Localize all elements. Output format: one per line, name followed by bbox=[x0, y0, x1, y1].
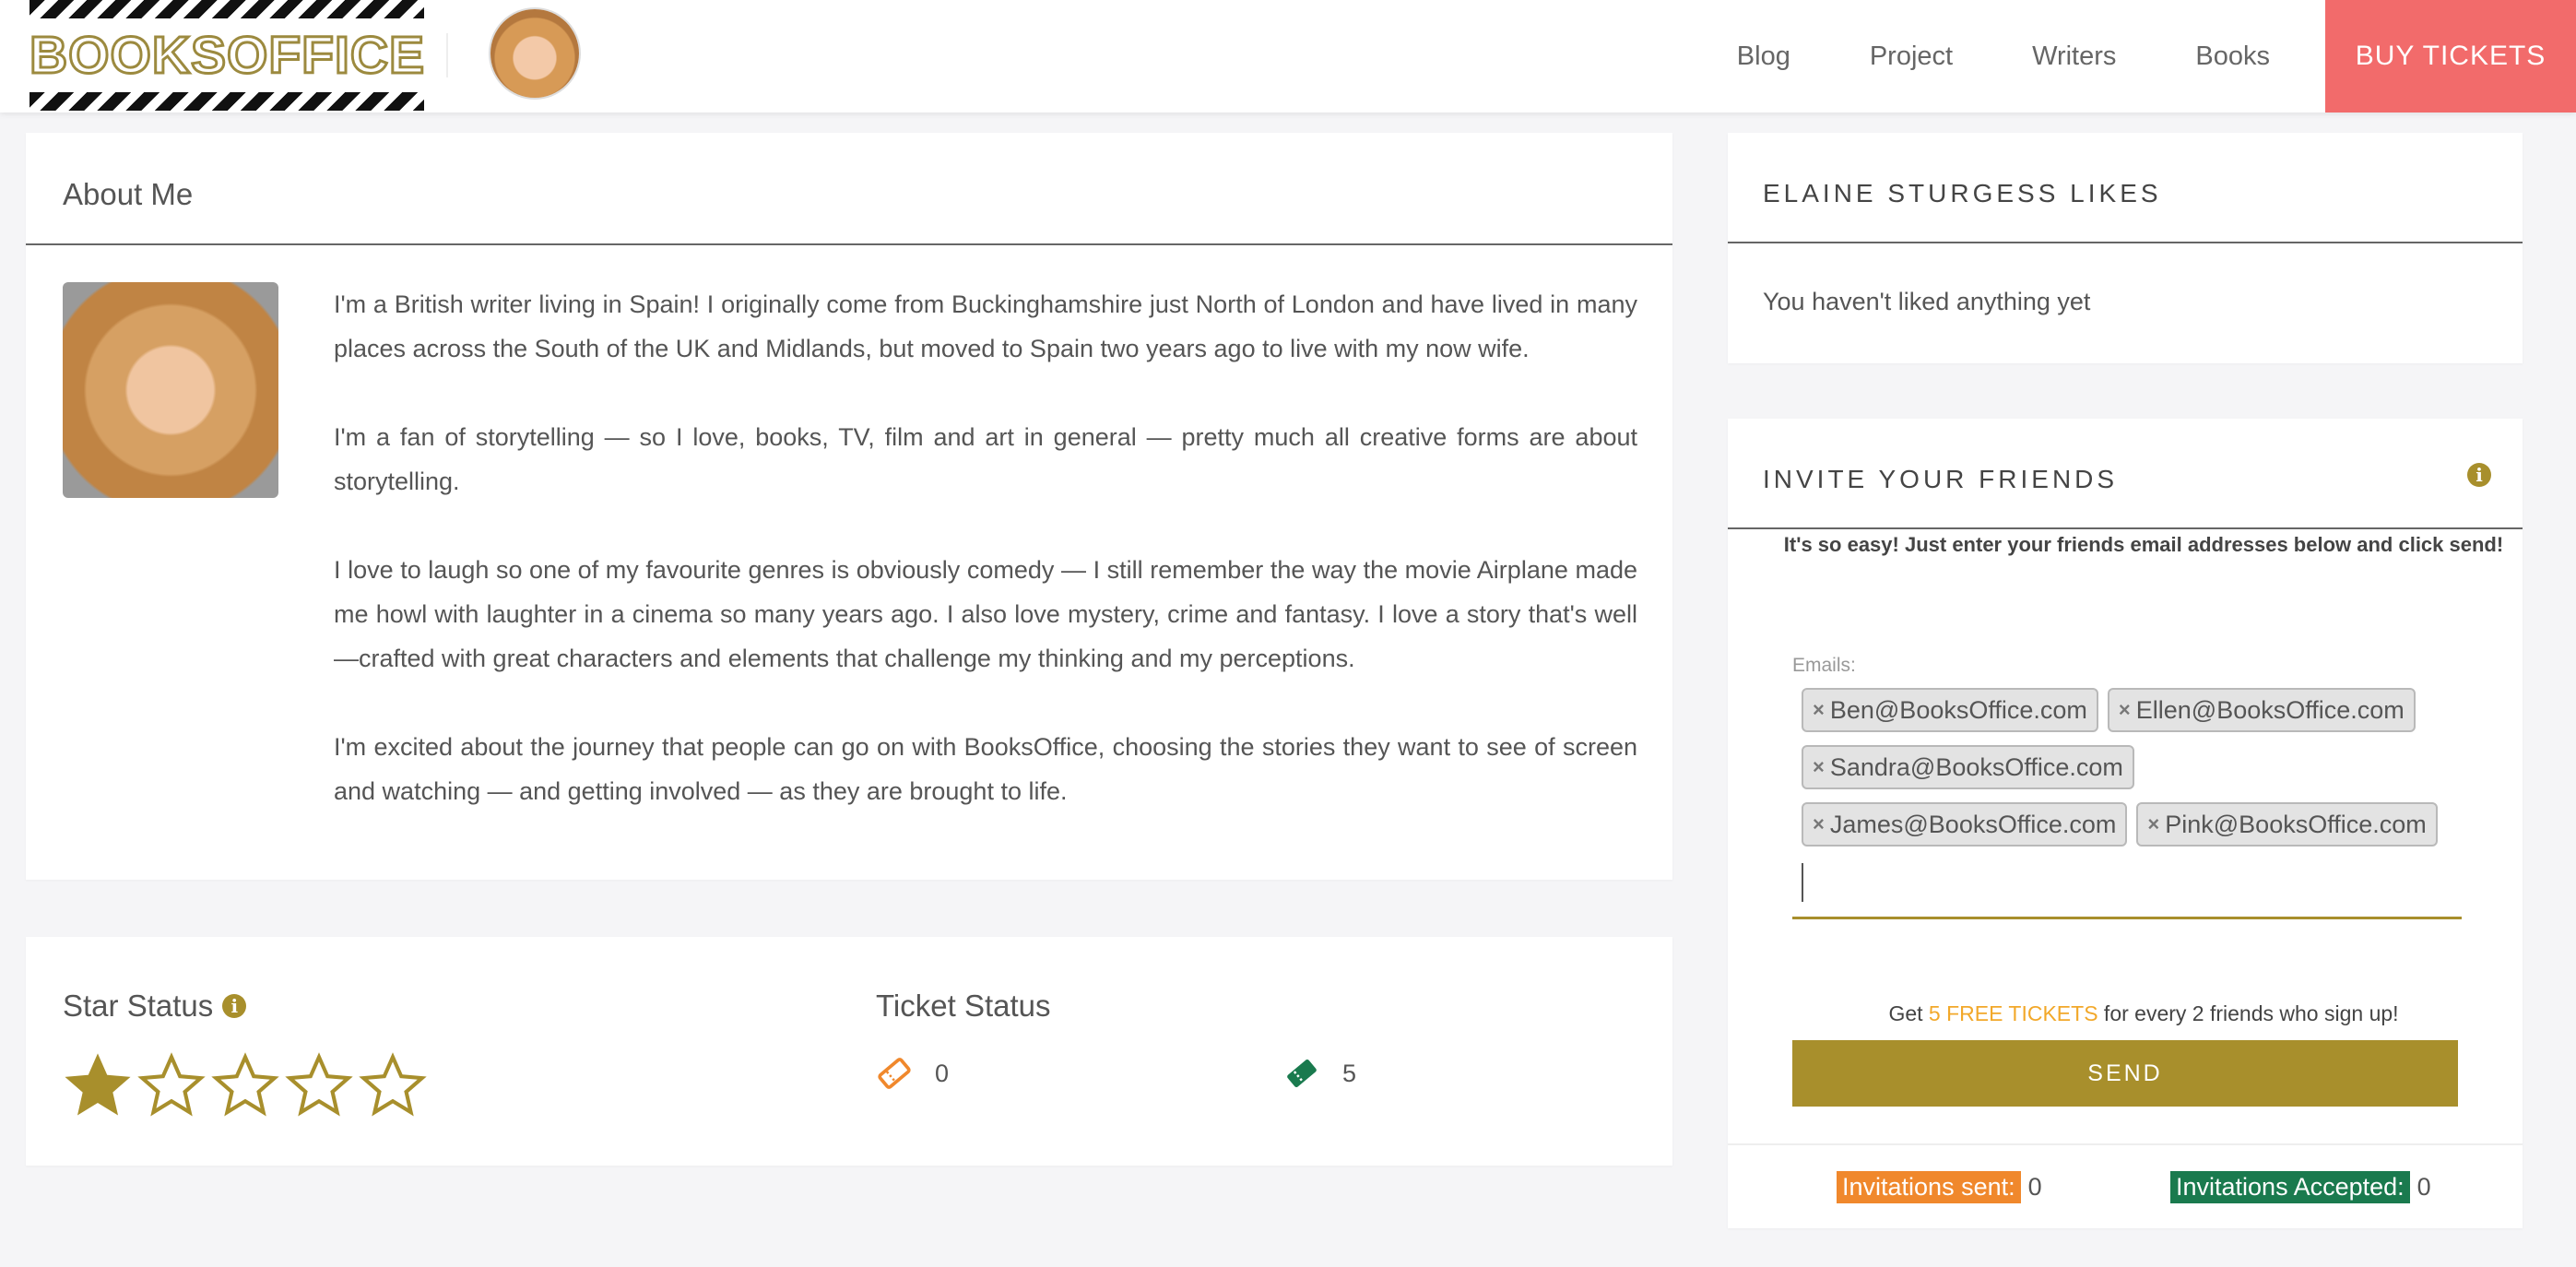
top-header: BOOKSOFFICE Blog Project Writers Books B… bbox=[0, 0, 2576, 112]
about-me-title: About Me bbox=[63, 177, 194, 211]
email-tag[interactable]: × Pink@BooksOffice.com bbox=[2136, 802, 2438, 847]
email-tag-text: Ben@BooksOffice.com bbox=[1829, 695, 2087, 724]
invite-title: INVITE YOUR FRIENDS bbox=[1763, 465, 2119, 493]
email-tag[interactable]: × Sandra@BooksOffice.com bbox=[1802, 745, 2134, 789]
star-rating bbox=[61, 1051, 430, 1121]
profile-photo bbox=[63, 282, 278, 498]
emails-label: Emails: bbox=[1792, 655, 1856, 676]
tickets-used: 0 bbox=[876, 1055, 949, 1092]
star-icon-empty bbox=[285, 1052, 353, 1117]
promo-prefix: Get bbox=[1888, 1001, 1929, 1025]
invitations-accepted-count: 0 bbox=[2416, 1173, 2431, 1201]
about-text: I'm a British writer living in Spain! I … bbox=[334, 282, 1637, 858]
remove-tag-icon[interactable]: × bbox=[2119, 698, 2131, 722]
email-tag[interactable]: × Ben@BooksOffice.com bbox=[1802, 688, 2098, 732]
invite-friends-card: INVITE YOUR FRIENDS i It's so easy! Just… bbox=[1728, 419, 2523, 1228]
about-paragraph: I'm excited about the journey that peopl… bbox=[334, 733, 1637, 805]
invitations-accepted-label: Invitations Accepted: bbox=[2170, 1171, 2410, 1203]
email-tag-text: Pink@BooksOffice.com bbox=[2165, 810, 2427, 838]
email-tag-list: × Ben@BooksOffice.com × Ellen@BooksOffice.… bbox=[1802, 688, 2465, 859]
promo-highlight: 5 FREE TICKETS bbox=[1928, 1001, 2098, 1025]
invitations-sent-label: Invitations sent: bbox=[1837, 1171, 2021, 1203]
tickets-available-count: 5 bbox=[1342, 1059, 1357, 1087]
logo-stripes-top bbox=[30, 0, 424, 18]
ticket-status-title: Ticket Status bbox=[876, 989, 1051, 1023]
about-paragraph: I'm a fan of storytelling — so I love, b… bbox=[334, 423, 1637, 495]
star-status-title: Star Status bbox=[63, 989, 214, 1023]
email-tag-text: James@BooksOffice.com bbox=[1829, 810, 2117, 838]
remove-tag-icon[interactable]: × bbox=[1813, 755, 1825, 779]
tickets-available: 5 bbox=[1283, 1055, 1356, 1092]
about-divider bbox=[26, 243, 1672, 245]
likes-card: ELAINE STURGESS LIKES You haven't liked … bbox=[1728, 133, 2523, 363]
about-me-card: About Me I'm a British writer living in … bbox=[26, 133, 1672, 880]
remove-tag-icon[interactable]: × bbox=[2147, 812, 2159, 836]
star-status-heading: Star Status i bbox=[63, 989, 247, 1024]
promo-suffix: for every 2 friends who sign up! bbox=[2097, 1001, 2399, 1025]
stats-divider bbox=[1728, 1143, 2523, 1145]
booksoffice-logo[interactable]: BOOKSOFFICE bbox=[30, 0, 424, 111]
send-button[interactable]: SEND bbox=[1792, 1040, 2458, 1107]
status-card: Star Status i Ticket Status 0 5 bbox=[26, 937, 1672, 1166]
star-icon-empty bbox=[359, 1052, 427, 1117]
about-paragraph: I love to laugh so one of my favourite g… bbox=[334, 556, 1637, 672]
invite-intro: It's so easy! Just enter your friends em… bbox=[1783, 533, 2504, 556]
star-icon-empty bbox=[137, 1052, 206, 1117]
header-divider bbox=[446, 33, 448, 77]
remove-tag-icon[interactable]: × bbox=[1813, 812, 1825, 836]
tickets-used-count: 0 bbox=[935, 1059, 950, 1087]
invitations-sent: Invitations sent: 0 bbox=[1837, 1171, 2042, 1203]
email-tag[interactable]: × Ellen@BooksOffice.com bbox=[2107, 688, 2416, 732]
nav-books[interactable]: Books bbox=[2195, 41, 2270, 72]
email-tag[interactable]: × James@BooksOffice.com bbox=[1802, 802, 2128, 847]
ticket-icon-green bbox=[1287, 1059, 1317, 1088]
logo-stripes-bottom bbox=[30, 92, 424, 111]
invite-divider bbox=[1728, 527, 2523, 529]
email-tag-text: Ellen@BooksOffice.com bbox=[2135, 695, 2405, 724]
nav-blog[interactable]: Blog bbox=[1737, 41, 1790, 72]
about-paragraph: I'm a British writer living in Spain! I … bbox=[334, 290, 1637, 362]
main-nav: Blog Project Writers Books BUY TICKETS bbox=[1697, 0, 2576, 112]
logo-text: BOOKSOFFICE bbox=[30, 25, 424, 87]
info-icon[interactable]: i bbox=[222, 994, 247, 1018]
text-caret bbox=[1802, 863, 1803, 902]
nav-writers[interactable]: Writers bbox=[2032, 41, 2116, 72]
email-input[interactable] bbox=[1792, 861, 2462, 919]
buy-tickets-button[interactable]: BUY TICKETS bbox=[2325, 0, 2576, 112]
likes-title: ELAINE STURGESS LIKES bbox=[1763, 179, 2162, 207]
invite-info-icon[interactable]: i bbox=[2467, 463, 2491, 487]
ticket-icon-orange bbox=[878, 1058, 911, 1089]
email-tag-text: Sandra@BooksOffice.com bbox=[1829, 752, 2123, 781]
star-icon-filled bbox=[65, 1053, 131, 1116]
promo-text: Get 5 FREE TICKETS for every 2 friends w… bbox=[1728, 1001, 2523, 1026]
invitations-accepted: Invitations Accepted: 0 bbox=[2170, 1171, 2431, 1203]
invitations-sent-count: 0 bbox=[2027, 1173, 2042, 1201]
likes-empty-text: You haven't liked anything yet bbox=[1763, 288, 2091, 315]
nav-project[interactable]: Project bbox=[1870, 41, 1953, 72]
likes-divider bbox=[1728, 242, 2523, 243]
user-avatar[interactable] bbox=[490, 9, 579, 98]
star-icon-empty bbox=[211, 1052, 279, 1117]
remove-tag-icon[interactable]: × bbox=[1813, 698, 1825, 722]
